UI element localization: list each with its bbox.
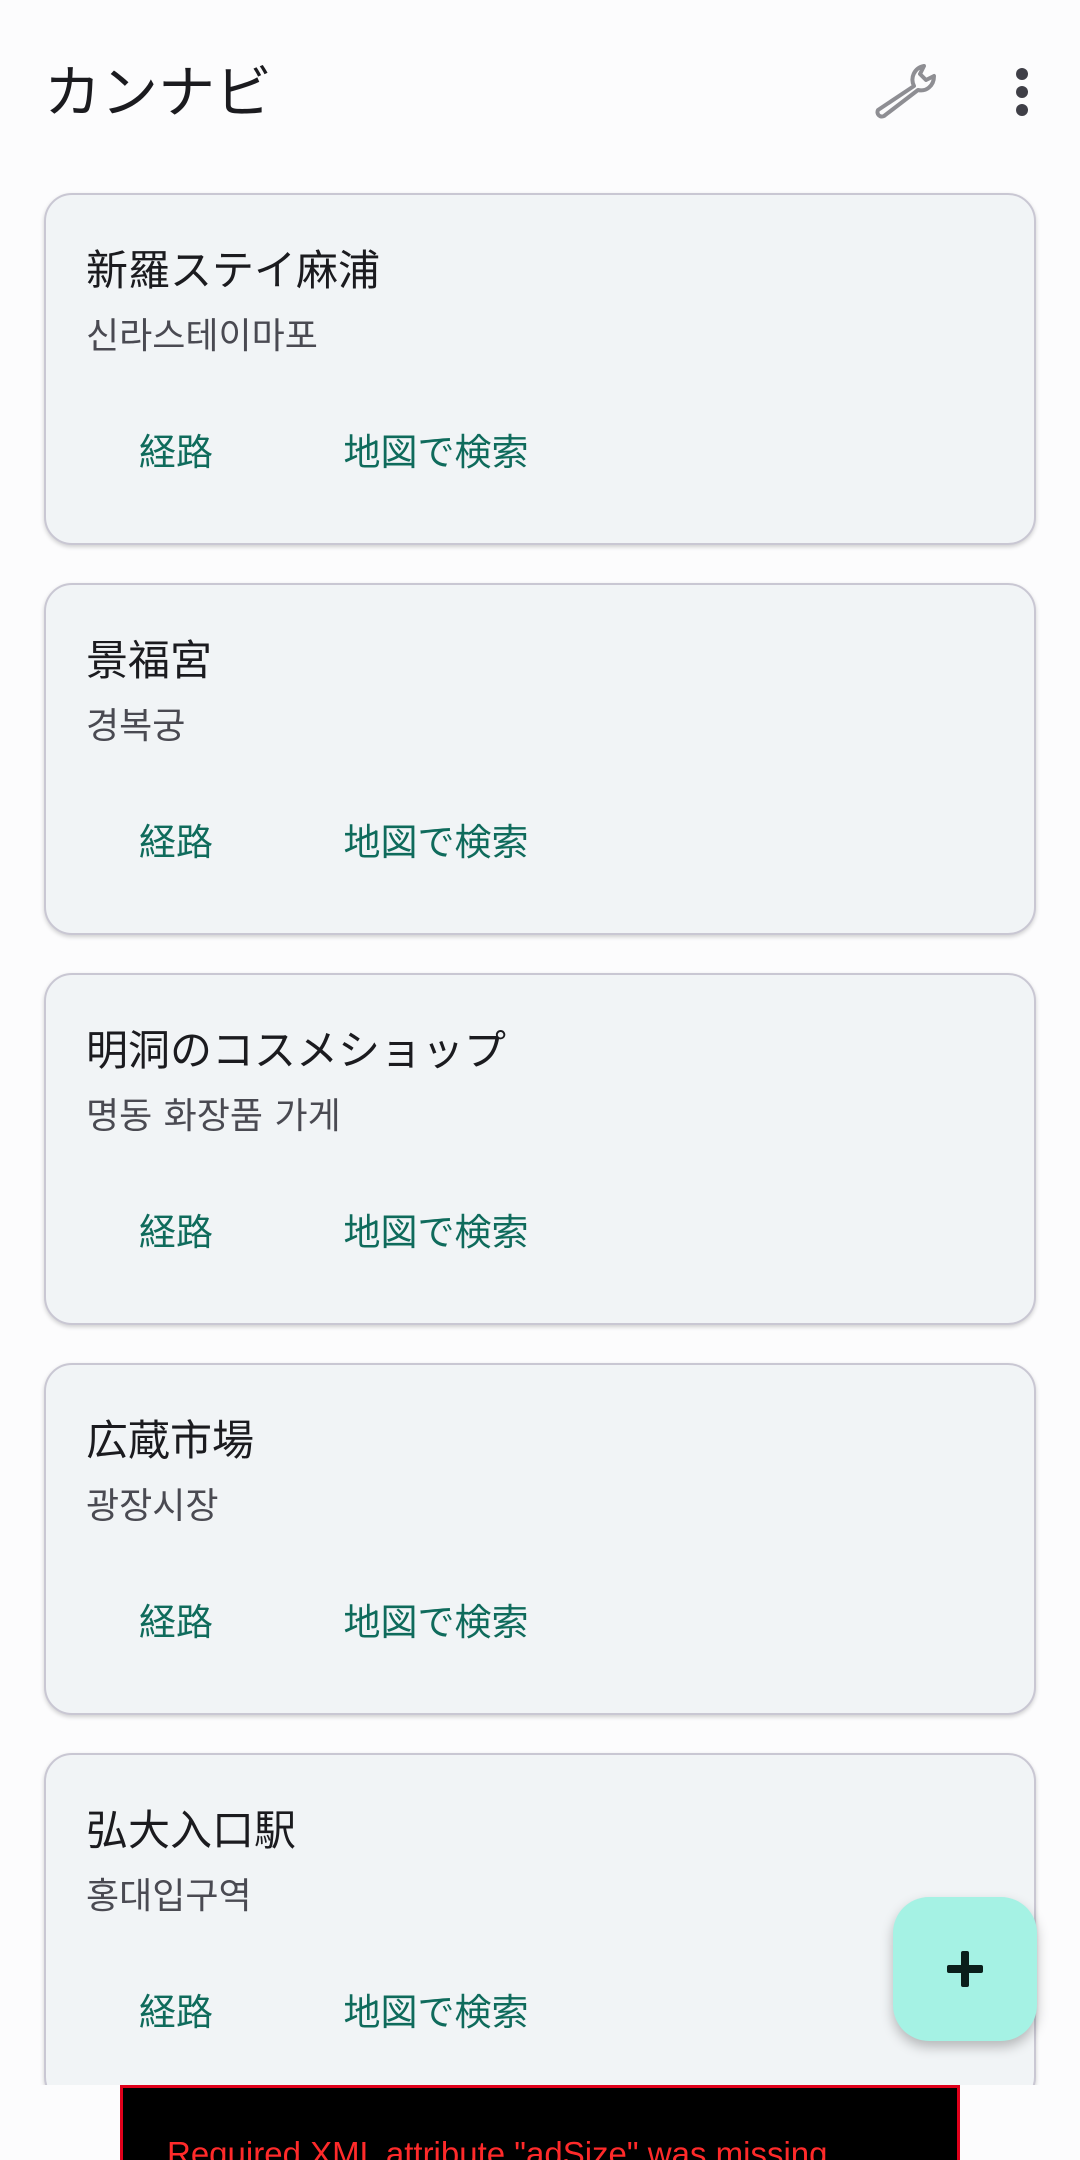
place-card[interactable]: 弘大入口駅 홍대입구역 経路 地図で検索 bbox=[44, 1753, 1036, 2085]
search-map-button[interactable]: 地図で検索 bbox=[316, 799, 556, 879]
overflow-menu-button[interactable] bbox=[992, 56, 1052, 128]
place-name: 明洞のコスメショップ bbox=[86, 1026, 507, 1075]
place-card[interactable]: 新羅ステイ麻浦 신라스테이마포 経路 地図で検索 bbox=[44, 193, 1036, 545]
ad-banner: Required XML attribute "adSize" was miss… bbox=[120, 2085, 960, 2160]
more-vert-icon bbox=[1016, 68, 1028, 116]
place-name: 新羅ステイ麻浦 bbox=[86, 246, 381, 295]
place-native-name: 홍대입구역 bbox=[86, 1876, 252, 1917]
wrench-icon bbox=[875, 64, 936, 119]
place-card[interactable]: 明洞のコスメショップ 명동 화장품 가게 経路 地図で検索 bbox=[44, 973, 1036, 1325]
place-native-name: 경복궁 bbox=[86, 706, 186, 747]
place-native-name: 광장시장 bbox=[86, 1486, 219, 1527]
place-name: 弘大入口駅 bbox=[86, 1806, 297, 1855]
top-app-bar: カンナビ bbox=[0, 0, 1080, 190]
place-card[interactable]: 広蔵市場 광장시장 経路 地図で検索 bbox=[44, 1363, 1036, 1715]
search-map-button[interactable]: 地図で検索 bbox=[316, 1189, 556, 1269]
route-button[interactable]: 経路 bbox=[106, 1189, 246, 1269]
place-card[interactable]: 景福宮 경복궁 経路 地図で検索 bbox=[44, 583, 1036, 935]
route-button[interactable]: 経路 bbox=[106, 1969, 246, 2049]
ad-error-message: Required XML attribute "adSize" was miss… bbox=[167, 2135, 837, 2160]
settings-button[interactable] bbox=[868, 56, 952, 128]
add-place-fab[interactable] bbox=[893, 1897, 1037, 2041]
place-name: 広蔵市場 bbox=[86, 1416, 255, 1465]
add-icon bbox=[947, 1951, 983, 1987]
app-title: カンナビ bbox=[44, 60, 272, 126]
route-button[interactable]: 経路 bbox=[106, 409, 246, 489]
route-button[interactable]: 経路 bbox=[106, 1579, 246, 1659]
search-map-button[interactable]: 地図で検索 bbox=[316, 1969, 556, 2049]
app-screen: 新羅ステイ麻浦 신라스테이마포 経路 地図で検索 景福宮 경복궁 経路 地図で検… bbox=[0, 0, 1080, 2160]
search-map-button[interactable]: 地図で検索 bbox=[316, 409, 556, 489]
place-native-name: 명동 화장품 가게 bbox=[86, 1096, 341, 1137]
places-list[interactable]: 新羅ステイ麻浦 신라스테이마포 経路 地図で検索 景福宮 경복궁 経路 地図で検… bbox=[0, 0, 1080, 2085]
place-native-name: 신라스테이마포 bbox=[86, 316, 318, 357]
route-button[interactable]: 経路 bbox=[106, 799, 246, 879]
place-name: 景福宮 bbox=[86, 636, 213, 685]
search-map-button[interactable]: 地図で検索 bbox=[316, 1579, 556, 1659]
